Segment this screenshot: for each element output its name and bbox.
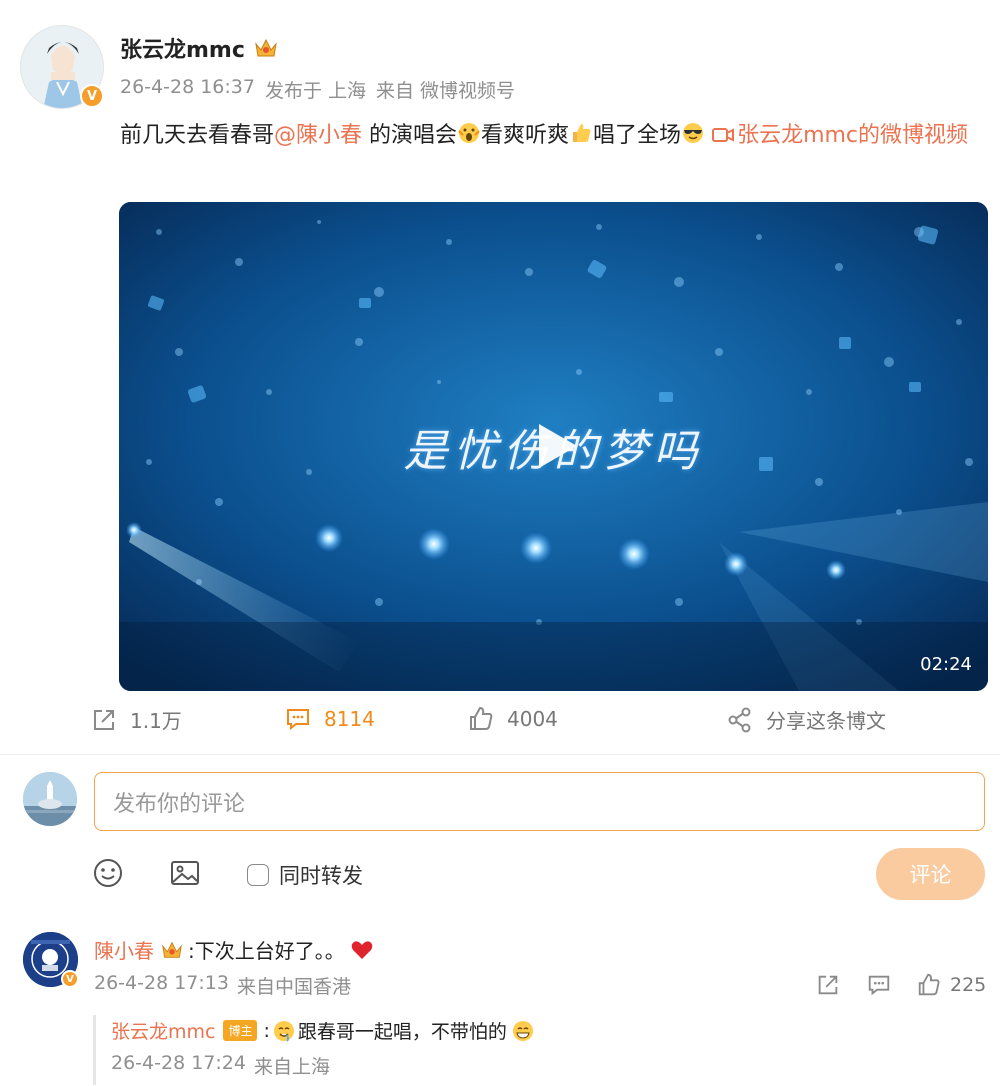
comment-item: V 陳小春 :下次上台好了。。 26-4-28 17:13 来自中国香港 225… [0,920,1000,1086]
comment-meta: 26-4-28 17:13 来自中国香港 [94,972,351,999]
like-icon [918,973,940,996]
repost-button[interactable]: 1.1万 [90,705,182,734]
repost-icon [94,709,114,730]
video-link[interactable]: 张云龙mmc的微博视频 [737,123,968,148]
grin-emoji-icon [512,1020,533,1041]
comment-count: 8114 [324,707,375,731]
heart-emoji-icon [351,940,373,959]
also-repost-checkbox[interactable] [247,864,269,886]
repost-count: 1.1万 [130,709,182,733]
author-badge: 博主 [223,1020,258,1041]
reply-line: 张云龙mmc 博主 : 跟春哥一起唱，不带怕的 [111,1017,535,1044]
repost-icon [818,975,838,995]
video-link-icon [712,128,735,142]
reply-text-prefix: : [263,1019,270,1042]
commenter-name[interactable]: 陳小春 [94,935,154,964]
reply-time: 26-4-28 17:24 [111,1052,246,1074]
weibo-post: V 张云龙mmc 26-4-28 16:37 发布于 上海 来自 微博视频号 前… [0,0,1000,755]
comment-reply-button[interactable] [866,972,892,998]
reply-item: 张云龙mmc 博主 : 跟春哥一起唱，不带怕的 26-4-28 17:24 来自… [93,1015,993,1085]
post-text-part: 唱了全场 [593,123,682,148]
scream-emoji-icon [458,123,480,143]
commenter-verified-badge: V [61,970,79,988]
like-icon [470,706,493,730]
comment-text: :下次上台好了。。 [188,939,345,963]
post-text-part: 的演唱会 [362,123,458,148]
author-line: 张云龙mmc [120,32,279,64]
crown-icon [255,38,277,57]
post-text-part: 前几天去看春哥 [120,123,275,148]
comment-like-button[interactable]: 225 [916,972,986,998]
reply-location: 来自上海 [253,1056,330,1078]
user-avatar[interactable] [23,772,77,826]
author-name[interactable]: 张云龙mmc [120,32,245,64]
thumbs-up-emoji-icon [573,124,591,142]
comment-like-count: 225 [950,974,987,996]
comment-icon [868,975,890,996]
also-repost-label: 同时转发 [279,864,363,888]
crown-icon [162,941,182,958]
share-label: 分享这条博文 [766,709,886,733]
comment-button[interactable]: 8114 [284,705,375,733]
comment-line: 陳小春 :下次上台好了。。 [94,935,373,964]
reply-meta: 26-4-28 17:24 来自上海 [111,1052,330,1079]
play-icon[interactable] [525,416,585,476]
like-button[interactable]: 4004 [467,705,558,733]
drooling-emoji-icon [273,1020,294,1042]
mention-link[interactable]: @陳小春 [274,123,362,148]
comment-icon [287,709,309,731]
comment-time: 26-4-28 17:13 [94,972,229,994]
submit-comment-button[interactable]: 评论 [876,848,985,900]
post-text-part: 看爽听爽 [481,123,570,148]
video-duration: 02:24 [920,654,972,675]
video-player[interactable]: 是忧伤的梦吗 02:24 [119,202,988,691]
also-repost-option[interactable]: 同时转发 [247,860,363,890]
post-source: 来自 微博视频号 [376,80,516,102]
verified-badge: V [80,84,104,108]
reply-text: 跟春哥一起唱，不带怕的 [297,1021,507,1043]
cool-emoji-icon [683,123,704,143]
like-count: 4004 [507,707,558,731]
divider [0,754,1000,755]
post-meta: 26-4-28 16:37 发布于 上海 来自 微博视频号 [120,76,515,103]
comment-repost-button[interactable] [815,972,841,998]
post-location: 发布于 上海 [264,80,366,102]
image-icon[interactable] [169,857,201,889]
emoji-icon[interactable] [92,857,124,889]
reply-author-name[interactable]: 张云龙mmc [111,1017,215,1044]
post-actions: 1.1万 8114 4004 分享这条博文 [0,705,1000,741]
post-text: 前几天去看春哥@陳小春 的演唱会 看爽听爽 唱了全场 张云龙mmc的微博视频 [120,117,990,155]
share-button[interactable]: 分享这条博文 [726,705,886,734]
share-icon [728,707,751,732]
post-time[interactable]: 26-4-28 16:37 [120,76,255,103]
comment-input-placeholder: 发布你的评论 [113,791,246,817]
comment-location: 来自中国香港 [236,976,351,998]
comment-input[interactable]: 发布你的评论 [94,772,985,831]
